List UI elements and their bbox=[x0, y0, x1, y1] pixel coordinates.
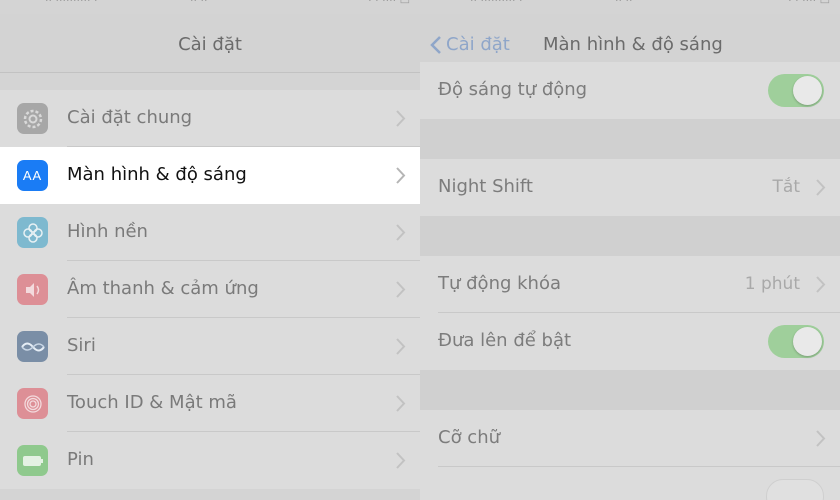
chevron-right-icon bbox=[396, 110, 406, 127]
settings-navbar: Cài đặt bbox=[0, 14, 420, 73]
sidebar-item-wallpaper[interactable]: Hình nền bbox=[0, 204, 420, 261]
sidebar-item-label: Pin bbox=[67, 449, 94, 470]
night-shift-value: Tắt bbox=[772, 177, 800, 197]
sidebar-item-battery[interactable]: Pin bbox=[0, 432, 420, 489]
raise-to-wake-label: Đưa lên để bật bbox=[438, 330, 572, 351]
sidebar-item-label: Touch ID & Mật mã bbox=[67, 392, 237, 413]
sidebar-item-label: Cài đặt chung bbox=[67, 107, 193, 128]
page-title: Màn hình & độ sáng bbox=[543, 34, 723, 55]
night-shift-row[interactable]: Night Shift Tắt bbox=[420, 159, 840, 216]
chevron-right-icon bbox=[816, 430, 826, 447]
sidebar-item-label: Hình nền bbox=[67, 221, 148, 242]
raise-to-wake-row: Đưa lên để bật bbox=[420, 313, 840, 370]
chevron-right-icon bbox=[396, 452, 406, 469]
auto-brightness-row: Độ sáng tự động bbox=[420, 62, 840, 119]
carrier-text: ·· ·········· · bbox=[470, 0, 523, 7]
sidebar-item-sounds[interactable]: Âm thanh & cảm ứng bbox=[0, 261, 420, 318]
page-title: Cài đặt bbox=[178, 34, 242, 55]
chevron-right-icon bbox=[396, 395, 406, 412]
status-bar: ·· ·········· · ·· ·· · · ···· ▭ bbox=[0, 0, 420, 14]
bold-text-toggle[interactable] bbox=[766, 479, 824, 500]
section-gap bbox=[420, 370, 840, 410]
chevron-left-icon bbox=[430, 35, 441, 54]
auto-lock-row[interactable]: Tự động khóa 1 phút bbox=[420, 256, 840, 313]
sidebar-item-touch-id[interactable]: Touch ID & Mật mã bbox=[0, 375, 420, 432]
sidebar-item-label: Siri bbox=[67, 335, 96, 356]
chevron-right-icon bbox=[816, 276, 826, 293]
siri-icon bbox=[17, 331, 48, 362]
auto-brightness-label: Độ sáng tự động bbox=[438, 79, 588, 100]
battery-status: · · ···· ▭ bbox=[368, 0, 410, 7]
sidebar-item-label: Màn hình & độ sáng bbox=[67, 164, 247, 185]
sidebar-item-label: Âm thanh & cảm ứng bbox=[67, 278, 259, 299]
back-label: Cài đặt bbox=[446, 34, 510, 55]
chevron-right-icon bbox=[816, 179, 826, 196]
toggle-knob bbox=[793, 76, 822, 105]
battery-icon bbox=[17, 445, 48, 476]
carrier-text: ·· ·········· · bbox=[45, 0, 98, 7]
bold-text-row[interactable] bbox=[420, 467, 840, 500]
display-brightness-pane: ·· ·········· · ·· ·· · · ···· ▭ Cài đặt… bbox=[420, 0, 840, 500]
night-shift-label: Night Shift bbox=[438, 176, 533, 197]
clock-text: ·· ·· bbox=[190, 0, 208, 7]
toggle-knob bbox=[793, 327, 822, 356]
sidebar-item-display-brightness[interactable]: AA Màn hình & độ sáng bbox=[0, 147, 420, 204]
auto-brightness-toggle[interactable] bbox=[768, 74, 824, 107]
chevron-right-icon bbox=[396, 281, 406, 298]
battery-status: · · ···· ▭ bbox=[788, 0, 830, 7]
section-gap bbox=[420, 216, 840, 256]
clock-text: ·· ·· bbox=[615, 0, 633, 7]
settings-pane: ·· ·········· · ·· ·· · · ···· ▭ Cài đặt… bbox=[0, 0, 420, 500]
text-size-label: Cỡ chữ bbox=[438, 427, 501, 448]
text-size-row[interactable]: Cỡ chữ bbox=[420, 410, 840, 467]
back-button[interactable]: Cài đặt bbox=[430, 34, 510, 55]
sidebar-item-general[interactable]: Cài đặt chung bbox=[0, 90, 420, 147]
auto-lock-value: 1 phút bbox=[744, 274, 800, 294]
wallpaper-flower-icon bbox=[17, 217, 48, 248]
chevron-right-icon bbox=[396, 224, 406, 241]
raise-to-wake-toggle[interactable] bbox=[768, 325, 824, 358]
status-bar: ·· ·········· · ·· ·· · · ···· ▭ bbox=[420, 0, 840, 14]
section-gap bbox=[420, 119, 840, 159]
display-brightness-icon: AA bbox=[17, 160, 48, 191]
speaker-icon bbox=[17, 274, 48, 305]
chevron-right-icon bbox=[396, 167, 406, 184]
fingerprint-icon bbox=[17, 388, 48, 419]
auto-lock-label: Tự động khóa bbox=[438, 273, 561, 294]
sidebar-item-siri[interactable]: Siri bbox=[0, 318, 420, 375]
chevron-right-icon bbox=[396, 338, 406, 355]
gear-icon bbox=[17, 103, 48, 134]
